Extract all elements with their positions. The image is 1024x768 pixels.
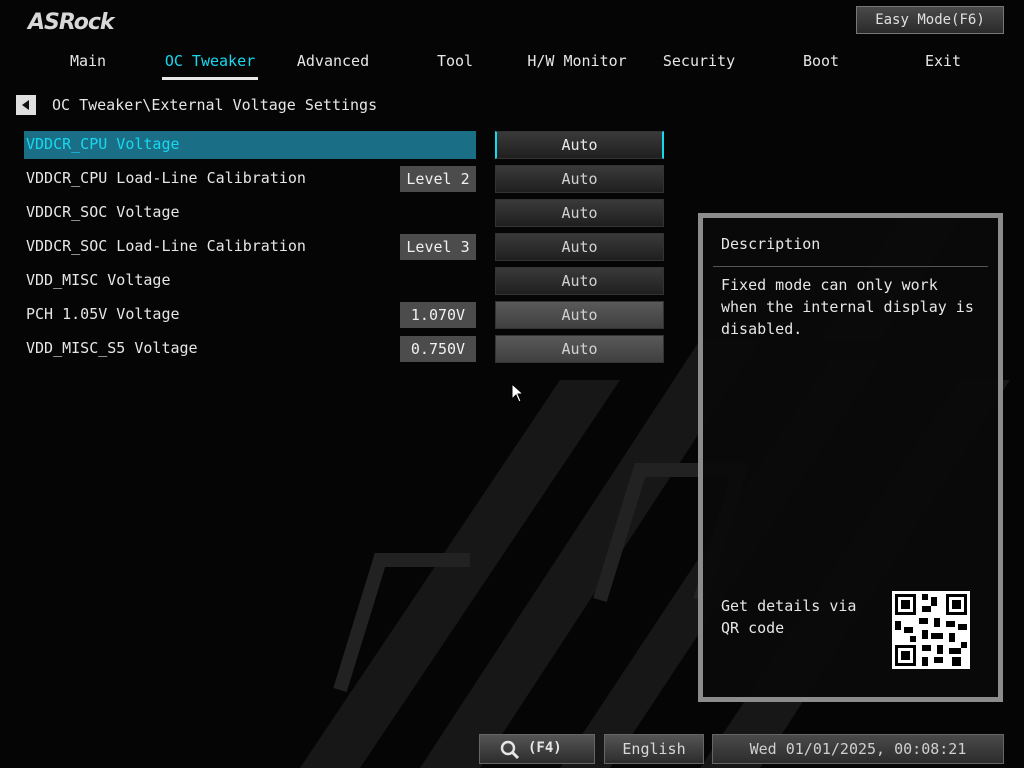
asrock-logo: ASRock [28,10,115,35]
back-arrow-icon[interactable] [16,95,36,115]
tab-boot[interactable]: Boot [760,48,882,80]
search-button[interactable]: (F4) [479,734,595,764]
description-title: Description [721,235,821,253]
setting-current-badge: 0.750V [400,336,476,362]
description-divider [713,266,988,267]
qr-code-icon [892,591,970,669]
tab-tool[interactable]: Tool [394,48,516,80]
datetime-display[interactable]: Wed 01/01/2025, 00:08:21 [712,734,1004,764]
tab-security[interactable]: Security [638,48,760,80]
setting-value-button[interactable]: Auto [495,131,664,159]
setting-value-button[interactable]: Auto [495,199,664,227]
setting-label: VDDCR_SOC Load-Line Calibration [26,237,306,255]
setting-label: VDD_MISC_S5 Voltage [26,339,198,357]
setting-pch-105v-voltage[interactable]: PCH 1.05V Voltage 1.070V Auto [24,301,669,329]
tab-main[interactable]: Main [28,48,148,80]
language-button[interactable]: English [604,734,704,764]
tab-exit[interactable]: Exit [882,48,1004,80]
setting-vddcr-soc-llc[interactable]: VDDCR_SOC Load-Line Calibration Level 3 … [24,233,669,261]
setting-label: VDDCR_SOC Voltage [26,203,180,221]
tab-advanced[interactable]: Advanced [272,48,394,80]
setting-vddcr-soc-voltage[interactable]: VDDCR_SOC Voltage Auto [24,199,669,227]
setting-label: VDDCR_CPU Load-Line Calibration [26,169,306,187]
setting-value-button[interactable]: Auto [495,335,664,363]
setting-value-button[interactable]: Auto [495,233,664,261]
description-panel: Description Fixed mode can only work whe… [698,213,1003,702]
setting-label: PCH 1.05V Voltage [26,305,180,323]
setting-vdd-misc-s5-voltage[interactable]: VDD_MISC_S5 Voltage 0.750V Auto [24,335,669,363]
main-nav: Main OC Tweaker Advanced Tool H/W Monito… [28,48,1004,80]
setting-current-badge: Level 3 [400,234,476,260]
mouse-pointer-icon [511,382,525,407]
setting-value-button[interactable]: Auto [495,165,664,193]
setting-current-badge: Level 2 [400,166,476,192]
qr-caption: Get details via QR code [721,597,857,637]
setting-value-button[interactable]: Auto [495,301,664,329]
search-icon [500,740,520,764]
description-text: Fixed mode can only work when the intern… [721,276,974,338]
setting-vdd-misc-voltage[interactable]: VDD_MISC Voltage Auto [24,267,669,295]
setting-label: VDDCR_CPU Voltage [26,135,180,153]
easy-mode-button[interactable]: Easy Mode(F6) [856,6,1004,34]
tab-oc-tweaker[interactable]: OC Tweaker [162,48,258,80]
search-shortcut-label: (F4) [528,740,562,756]
breadcrumb: OC Tweaker\External Voltage Settings [52,96,378,114]
setting-vddcr-cpu-llc[interactable]: VDDCR_CPU Load-Line Calibration Level 2 … [24,165,669,193]
setting-current-badge: 1.070V [400,302,476,328]
setting-value-button[interactable]: Auto [495,267,664,295]
setting-label: VDD_MISC Voltage [26,271,171,289]
setting-vddcr-cpu-voltage[interactable]: VDDCR_CPU Voltage Auto [24,131,669,159]
tab-hw-monitor[interactable]: H/W Monitor [516,48,638,80]
